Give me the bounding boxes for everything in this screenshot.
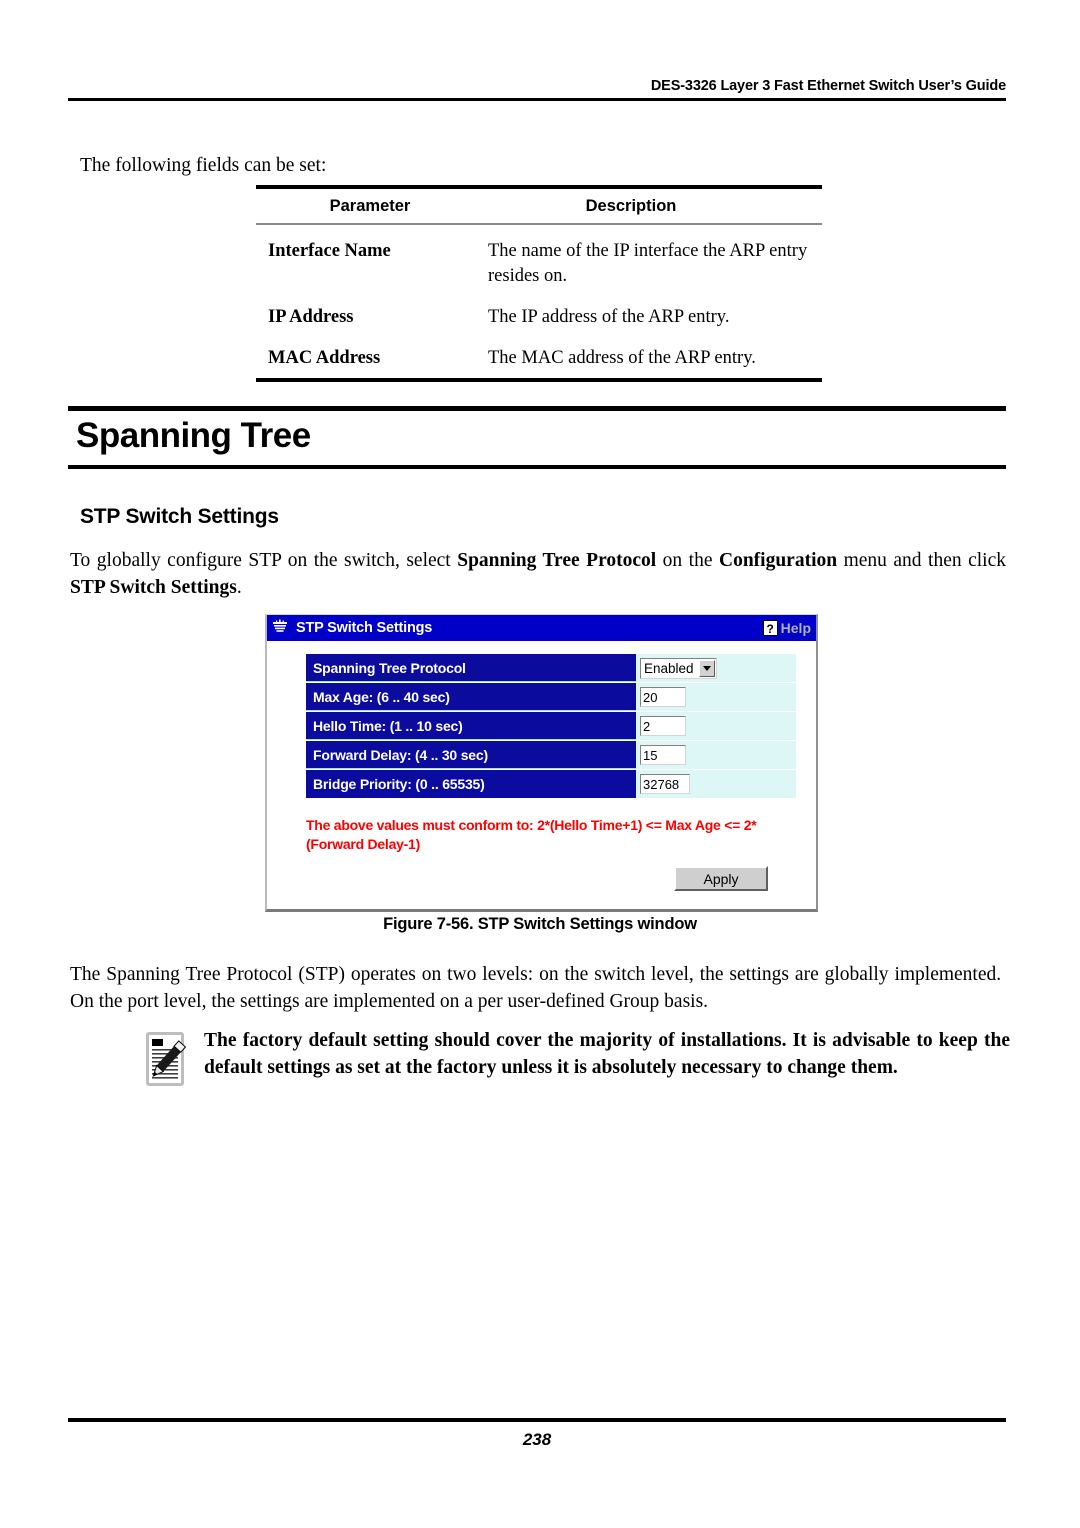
- field-max-age: 20: [636, 683, 796, 711]
- section-bottom-rule: [68, 465, 1006, 469]
- label-forward-delay: Forward Delay: (4 .. 30 sec): [306, 741, 636, 769]
- label-max-age: Max Age: (6 .. 40 sec): [306, 683, 636, 711]
- column-header-description: Description: [585, 197, 677, 215]
- max-age-input[interactable]: 20: [640, 687, 686, 707]
- field-hello-time: 2: [636, 712, 796, 740]
- form-row-hello-time: Hello Time: (1 .. 10 sec) 2: [306, 712, 796, 741]
- spanning-tree-protocol-select[interactable]: Enabled: [640, 657, 717, 679]
- page-number: 238: [522, 1430, 552, 1449]
- help-label: Help: [780, 620, 811, 636]
- note-text: The factory default setting should cover…: [204, 1030, 1010, 1078]
- settings-form: Spanning Tree Protocol Enabled Max Age: …: [306, 654, 796, 798]
- note-block: The factory default setting should cover…: [138, 1028, 1010, 1090]
- bridge-priority-input[interactable]: 32768: [640, 774, 690, 794]
- header-divider: [68, 98, 1006, 101]
- apply-button[interactable]: Apply: [674, 866, 768, 891]
- dlink-logo-icon: [271, 619, 289, 637]
- window-titlebar: STP Switch Settings ? Help: [267, 615, 816, 641]
- cell-parameter: Interface Name: [268, 241, 391, 261]
- cell-parameter: IP Address: [268, 307, 354, 327]
- field-spanning-tree-protocol: Enabled: [636, 654, 796, 682]
- window-body: Spanning Tree Protocol Enabled Max Age: …: [267, 641, 816, 909]
- form-row-spanning-tree-protocol: Spanning Tree Protocol Enabled: [306, 654, 796, 683]
- stp-switch-settings-window: STP Switch Settings ? Help Spanning Tree…: [265, 614, 818, 912]
- table-row: Interface Name The name of the IP interf…: [256, 239, 822, 289]
- button-bar: Apply: [281, 866, 768, 891]
- cell-parameter: MAC Address: [268, 348, 381, 368]
- chevron-down-icon[interactable]: [698, 659, 715, 677]
- intro-line: The following fields can be set:: [80, 155, 327, 176]
- table-header-row: Parameter Description: [256, 189, 822, 222]
- page-title: Spanning Tree: [76, 416, 311, 455]
- figure-caption: Figure 7-56. STP Switch Settings window: [383, 915, 697, 933]
- table-row: IP Address The IP address of the ARP ent…: [256, 305, 822, 330]
- form-row-max-age: Max Age: (6 .. 40 sec) 20: [306, 683, 796, 712]
- form-row-forward-delay: Forward Delay: (4 .. 30 sec) 15: [306, 741, 796, 770]
- window-title: STP Switch Settings: [296, 620, 433, 636]
- paragraph-stp-levels: The Spanning Tree Protocol (STP) operate…: [70, 964, 1006, 1012]
- page-footer: 238: [68, 1418, 1006, 1450]
- column-header-parameter: Parameter: [329, 197, 411, 215]
- hello-time-input[interactable]: 2: [640, 716, 686, 736]
- cell-description: The IP address of the ARP entry.: [488, 307, 730, 327]
- validation-warning-text: The above values must conform to: 2*(Hel…: [306, 817, 757, 852]
- question-mark-icon: ?: [762, 620, 778, 636]
- help-button[interactable]: ? Help: [762, 620, 814, 636]
- label-spanning-tree-protocol: Spanning Tree Protocol: [306, 654, 636, 682]
- section-heading-block: Spanning Tree: [68, 406, 1006, 469]
- parameter-table: Parameter Description Interface Name The…: [256, 185, 822, 382]
- table-body: Interface Name The name of the IP interf…: [256, 225, 822, 371]
- subsection-title: STP Switch Settings: [80, 505, 279, 528]
- form-row-bridge-priority: Bridge Priority: (0 .. 65535) 32768: [306, 770, 796, 798]
- notepad-pencil-icon: [138, 1030, 196, 1090]
- label-bridge-priority: Bridge Priority: (0 .. 65535): [306, 770, 636, 798]
- forward-delay-input[interactable]: 15: [640, 745, 686, 765]
- field-forward-delay: 15: [636, 741, 796, 769]
- cell-description: The name of the IP interface the ARP ent…: [488, 241, 808, 286]
- field-bridge-priority: 32768: [636, 770, 796, 798]
- select-value: Enabled: [644, 660, 694, 676]
- paragraph-intro: To globally configure STP on the switch,…: [70, 550, 1006, 598]
- table-bottom-rule: [256, 378, 822, 382]
- running-header-title: DES-3326 Layer 3 Fast Ethernet Switch Us…: [650, 78, 1006, 94]
- label-hello-time: Hello Time: (1 .. 10 sec): [306, 712, 636, 740]
- cell-description: The MAC address of the ARP entry.: [488, 348, 756, 368]
- table-row: MAC Address The MAC address of the ARP e…: [256, 346, 822, 371]
- running-header: DES-3326 Layer 3 Fast Ethernet Switch Us…: [68, 78, 1006, 101]
- document-page: DES-3326 Layer 3 Fast Ethernet Switch Us…: [0, 0, 1080, 1528]
